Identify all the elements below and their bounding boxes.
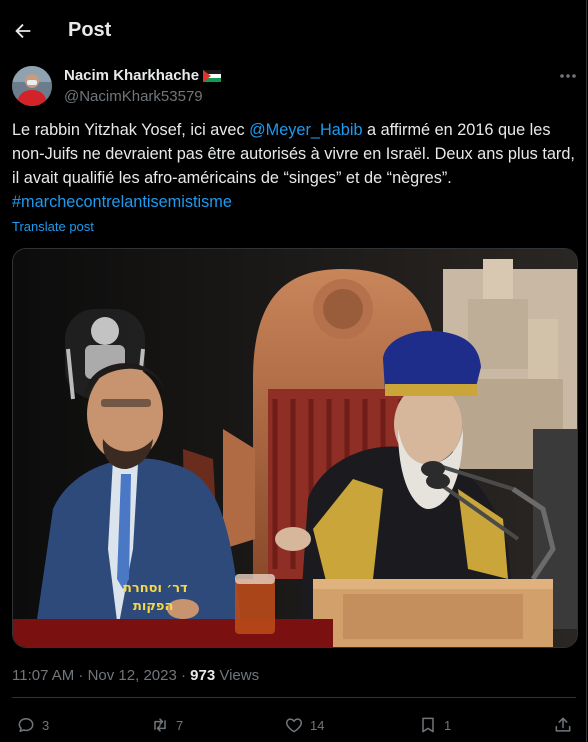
views-label: Views: [215, 667, 260, 684]
share-icon: [555, 717, 571, 732]
post-timestamp[interactable]: 11:07 AM · Nov 12, 2023 ·: [12, 667, 190, 684]
bookmark-button[interactable]: 1: [418, 714, 451, 736]
author-handle[interactable]: @NacimKhark53579: [64, 88, 203, 105]
post-meta: 11:07 AM · Nov 12, 2023 · 973 Views: [12, 667, 259, 684]
divider: [12, 697, 576, 698]
repost-count: 7: [176, 717, 184, 733]
more-icon[interactable]: [558, 70, 578, 82]
share-button[interactable]: [553, 714, 573, 736]
post-text-part1: Le rabbin Yitzhak Yosef, ici avec: [12, 121, 250, 139]
reply-button[interactable]: 3: [16, 714, 49, 736]
author-name[interactable]: Nacim Kharkhache: [64, 67, 222, 84]
arrow-left-icon[interactable]: [12, 20, 34, 42]
avatar[interactable]: [12, 66, 52, 106]
post-page: Post Nacim Kharkhache @NacimKhark53579 L…: [0, 0, 587, 742]
heart-icon: [285, 718, 303, 733]
mention-link[interactable]: @Meyer_Habib: [249, 121, 362, 139]
bookmark-icon: [422, 717, 434, 733]
video-frame: דר׳ וסחרת הפקות: [13, 249, 577, 647]
author-name-text: Nacim Kharkhache: [64, 67, 200, 84]
hashtag-link[interactable]: #marchecontrelantisemistisme: [12, 193, 232, 211]
post-text: Le rabbin Yitzhak Yosef, ici avec @Meyer…: [12, 118, 582, 214]
translate-post-link[interactable]: Translate post: [12, 219, 94, 234]
repost-icon: [154, 718, 166, 732]
repost-button[interactable]: 7: [150, 714, 183, 736]
post-video[interactable]: דר׳ וסחרת הפקות: [12, 248, 578, 648]
page-header: Post: [0, 0, 586, 62]
palestine-flag-icon: [203, 70, 222, 82]
video-caption-line1: דר׳ וסחרת: [123, 581, 188, 596]
reply-count: 3: [42, 717, 50, 733]
page-title: Post: [68, 19, 112, 41]
video-caption-line2: הפקות: [133, 599, 173, 614]
reply-icon: [18, 718, 34, 732]
like-count: 14: [310, 717, 325, 733]
views-count: 973: [190, 667, 216, 684]
like-button[interactable]: 14: [284, 714, 324, 736]
bookmark-count: 1: [444, 717, 452, 733]
